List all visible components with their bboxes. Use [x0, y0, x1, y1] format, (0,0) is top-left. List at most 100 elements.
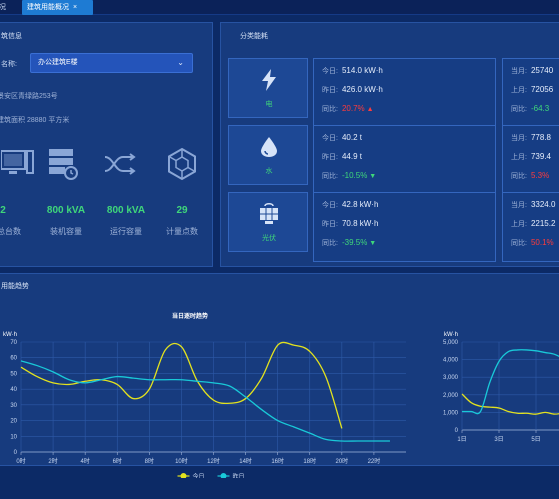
arrow-down-icon: ▼: [367, 240, 377, 247]
meter-count-label: 计量点数: [166, 227, 198, 236]
x-tick-label: 0时: [16, 457, 25, 465]
x-tick-label: 5日: [531, 436, 540, 443]
device-count-label: 总台数: [0, 227, 21, 236]
month-row: 当月: 25740: [511, 66, 554, 75]
y-tick-label: 40: [10, 387, 17, 393]
y-tick-label: 0: [455, 428, 459, 434]
device-count-value: 2: [0, 205, 6, 216]
y-tick-label: 30: [10, 403, 17, 409]
building-address: 景安区青绿路253号: [0, 93, 58, 100]
month-row: 当月: 3324.0: [511, 200, 556, 209]
legend-marker: [220, 473, 227, 478]
running-capacity-value: 800 kVA: [106, 205, 146, 216]
y-tick-label: 20: [10, 419, 17, 425]
x-tick-label: 6时: [113, 457, 122, 465]
yesterday-row: 昨日: 44.9 t: [322, 152, 362, 161]
y-tick-label: 0: [14, 450, 18, 456]
x-tick-label: 4时: [80, 457, 89, 465]
server-icon: [49, 149, 78, 180]
tab-bar: 况 建筑用能概况 ×: [0, 0, 559, 15]
y-tick-label: 3,000: [443, 375, 459, 381]
building-area: 建筑面积 28880 平方米: [0, 117, 70, 124]
y-tick-label: 60: [10, 356, 17, 362]
x-tick-label: 8时: [145, 457, 154, 465]
installed-capacity-value: 800 kVA: [46, 205, 86, 216]
category-tile-water[interactable]: 水: [228, 125, 308, 185]
yoy-row: 同比: 20.7% ▲: [322, 104, 374, 113]
x-tick-label: 10时: [175, 457, 188, 465]
y-axis-label: kW·h: [444, 332, 458, 338]
water-daily-box: 今日: 40.2 t 昨日: 44.9 t 同比: -10.5% ▼: [313, 125, 496, 195]
lightning-icon: [262, 69, 276, 91]
series-line-1: [20, 360, 390, 442]
electricity-monthly-box: 当月: 25740 上月: 72056 同比: -64.3: [502, 58, 559, 128]
tab-overview[interactable]: 况: [0, 0, 11, 15]
mom-row: 同比: -64.3: [511, 104, 550, 113]
yoy-row: 同比: -39.5% ▼: [322, 238, 377, 247]
y-axis-label: kW·h: [3, 332, 17, 338]
building-name-label: 名称:: [1, 61, 17, 68]
y-tick-label: 4,000: [443, 358, 459, 364]
hourly-trend-chart: kW·h 0 10 20 30 40 50 60 70 0时 2时 4时 6时 8时 10时 12时 14时 16…: [3, 332, 406, 479]
y-tick-label: 1,000: [443, 410, 459, 416]
category-name: 光伏: [262, 235, 276, 242]
y-tick-label: 50: [10, 371, 17, 377]
legend-marker: [180, 473, 187, 478]
y-tick-label: 5,000: [443, 340, 459, 346]
x-tick-label: 18时: [303, 457, 316, 465]
panel-title: 分类能耗: [240, 33, 268, 40]
yesterday-row: 昨日: 426.0 kW·h: [322, 85, 383, 94]
last-month-row: 上月: 72056: [511, 85, 554, 94]
water-monthly-box: 当月: 778.8 上月: 739.4 同比: 5.3%: [502, 125, 559, 195]
x-tick-label: 12时: [207, 457, 220, 465]
running-capacity-label: 运行容量: [110, 227, 142, 236]
y-tick-label: 70: [10, 340, 17, 346]
panel-title: 用能趋势: [1, 283, 29, 290]
daily-trend-chart: kW·h01,0002,0003,0004,0005,0001日3日5日7日: [443, 332, 559, 443]
chevron-down-icon: ⌄: [177, 58, 184, 67]
building-info-panel: 筑信息 名称: 办公建筑E楼 ⌄ 景安区青绿路253号 建筑面积 28880 平…: [0, 22, 213, 267]
legend-label: 今日: [193, 473, 205, 479]
yoy-row: 同比: -10.5% ▼: [322, 171, 377, 180]
tab-building-energy[interactable]: 建筑用能概况 ×: [22, 0, 93, 15]
x-tick-label: 14时: [239, 457, 252, 465]
y-tick-label: 10: [10, 434, 17, 440]
close-icon[interactable]: ×: [73, 4, 77, 11]
category-tile-solar[interactable]: 光伏: [228, 192, 308, 252]
water-drop-icon: [261, 137, 277, 157]
x-tick-label: 3日: [494, 436, 503, 443]
solar-panel-icon: [260, 203, 278, 224]
month-row: 当月: 778.8: [511, 133, 551, 142]
series-line-0: [461, 393, 559, 415]
x-tick-label: 20时: [335, 457, 348, 465]
legend-label: 昨日: [233, 473, 245, 479]
today-row: 今日: 514.0 kW·h: [322, 66, 383, 75]
x-tick-label: 22时: [368, 457, 381, 465]
today-row: 今日: 40.2 t: [322, 133, 362, 142]
last-month-row: 上月: 2215.2: [511, 219, 556, 228]
arrow-up-icon: ▲: [364, 106, 374, 113]
electricity-daily-box: 今日: 514.0 kW·h 昨日: 426.0 kW·h 同比: 20.7% ▲: [313, 58, 496, 128]
x-tick-label: 1日: [457, 436, 466, 443]
yesterday-row: 昨日: 70.8 kW·h: [322, 219, 379, 228]
building-select[interactable]: 办公建筑E楼 ⌄: [30, 53, 193, 73]
y-tick-label: 2,000: [443, 393, 459, 399]
installed-capacity-label: 装机容量: [50, 227, 82, 236]
category-name: 水: [265, 168, 273, 175]
flow-icon: [104, 153, 136, 175]
meter-count-value: 29: [176, 205, 188, 216]
tab-label: 建筑用能概况: [27, 4, 69, 11]
solar-daily-box: 今日: 42.8 kW·h 昨日: 70.8 kW·h 同比: -39.5% ▼: [313, 192, 496, 262]
today-row: 今日: 42.8 kW·h: [322, 200, 379, 209]
category-energy-panel: 分类能耗 电 水 光伏 今日: 514.0 kW·h 昨日: 426.0 kW·h …: [220, 22, 559, 267]
x-tick-label: 2时: [48, 457, 57, 465]
device-icon: [1, 150, 34, 174]
arrow-down-icon: ▼: [367, 173, 377, 180]
category-name: 电: [265, 101, 273, 108]
category-tile-electricity[interactable]: 电: [228, 58, 308, 118]
mom-row: 同比: 5.3%: [511, 171, 550, 180]
building-select-value: 办公建筑E楼: [38, 59, 78, 66]
panel-title: 筑信息: [1, 33, 22, 40]
last-month-row: 上月: 739.4: [511, 152, 551, 161]
mom-row: 同比: 50.1%: [511, 238, 554, 247]
